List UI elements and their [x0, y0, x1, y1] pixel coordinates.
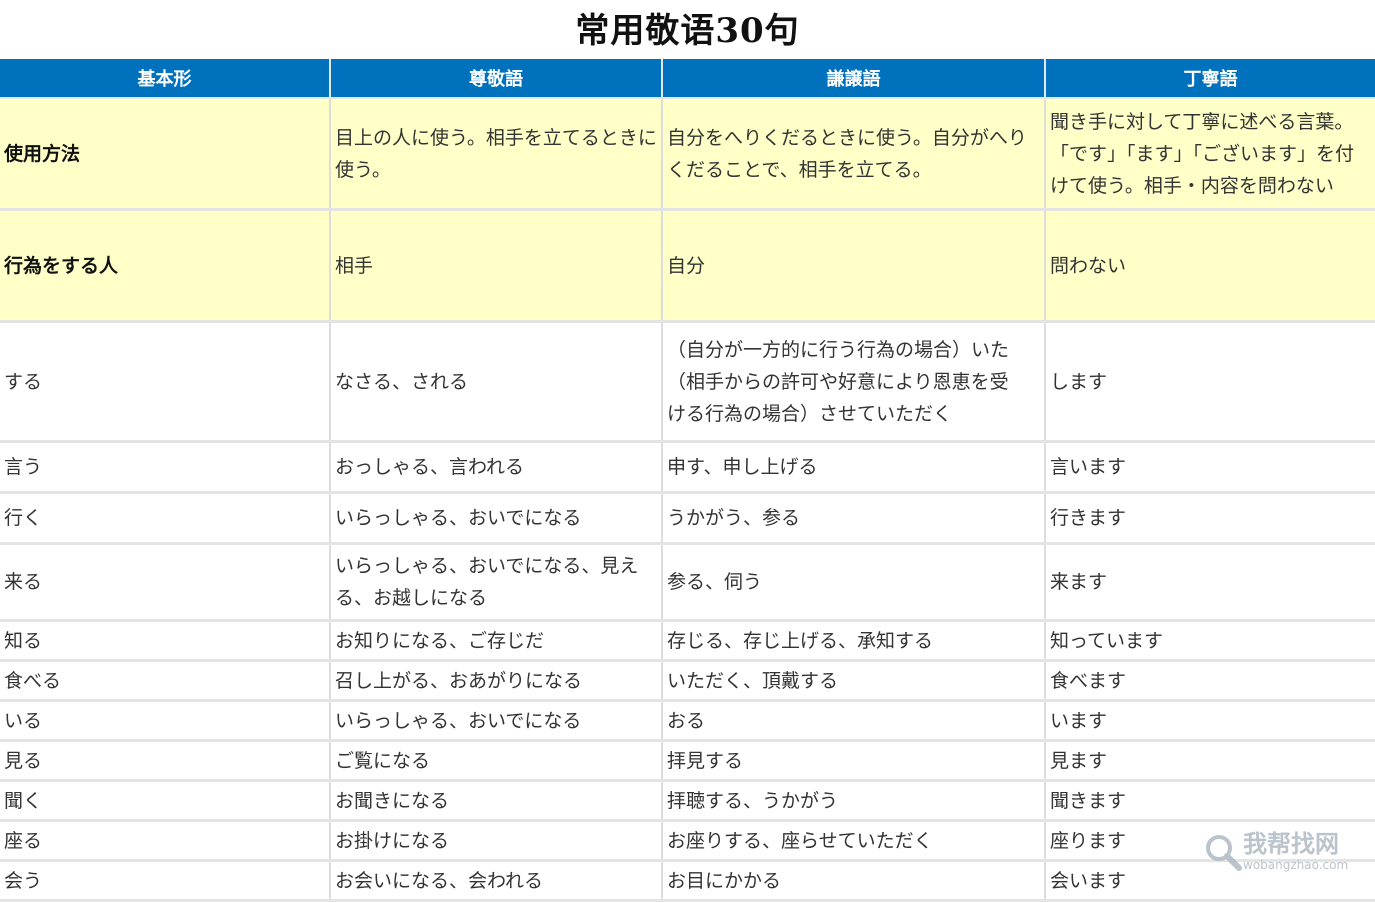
- table-cell: 見ます: [1045, 740, 1375, 782]
- table-cell: 言います: [1045, 441, 1375, 494]
- table-cell: いらっしゃる、おいでになる: [330, 700, 663, 742]
- table-row: 言う おっしゃる、言われる 申す、申し上げる 言います: [0, 441, 1375, 494]
- table-row: 来る いらっしゃる、おいでになる、見える、お越しになる 参る、伺う 来ます: [0, 543, 1375, 622]
- table-cell: いらっしゃる、おいでになる、見える、お越しになる: [330, 543, 663, 622]
- table-cell: します: [1045, 321, 1375, 443]
- table-cell: 自分: [662, 209, 1046, 323]
- table-cell: 知っています: [1045, 620, 1375, 662]
- table-row: 聞く お聞きになる 拝聴する、うかがう 聞きます: [0, 780, 1375, 822]
- table-cell: お聞きになる: [330, 780, 663, 822]
- table-cell: います: [1045, 700, 1375, 742]
- table-cell: 聞き手に対して丁寧に述べる言葉。「です」「ます」「ございます」を付けて使う。相手…: [1045, 98, 1375, 211]
- table-cell: おる: [662, 700, 1046, 742]
- table-cell: 拝見する: [662, 740, 1046, 782]
- info-row-usage: 使用方法 目上の人に使う。相手を立てるときに使う。 自分をへりくだるときに使う。…: [0, 98, 1375, 211]
- table-cell: 問わない: [1045, 209, 1375, 323]
- table-cell: 来る: [0, 543, 331, 622]
- table-cell: 言う: [0, 441, 331, 494]
- table-cell: 存じる、存じ上げる、承知する: [662, 620, 1046, 662]
- table-row: 行く いらっしゃる、おいでになる うかがう、参る 行きます: [0, 492, 1375, 545]
- table-cell: おっしゃる、言われる: [330, 441, 663, 494]
- column-header-teineigo: 丁寧語: [1045, 59, 1375, 99]
- table-cell: 目上の人に使う。相手を立てるときに使う。: [330, 98, 663, 211]
- table-cell: 食べます: [1045, 660, 1375, 702]
- watermark-url: wobangzhao.com: [1243, 858, 1349, 872]
- table-cell: 相手: [330, 209, 663, 323]
- table-cell: お座りする、座らせていただく: [662, 820, 1046, 862]
- table-cell-line: （相手からの許可や好意により恩恵を受: [667, 370, 1009, 393]
- table-cell-line: ける行為の場合）させていただく: [667, 402, 953, 425]
- table-cell: 聞きます: [1045, 780, 1375, 822]
- table-cell: お掛けになる: [330, 820, 663, 862]
- table-cell: 使用方法: [0, 98, 331, 211]
- table-cell: 来ます: [1045, 543, 1375, 622]
- table-row: 知る お知りになる、ご存じだ 存じる、存じ上げる、承知する 知っています: [0, 620, 1375, 662]
- column-header-basic-form: 基本形: [0, 59, 331, 99]
- table-cell: ご覧になる: [330, 740, 663, 782]
- table-cell: 知る: [0, 620, 331, 662]
- table-cell: お会いになる、会われる: [330, 860, 663, 902]
- column-header-sonkeigo: 尊敬語: [330, 59, 663, 99]
- table-row: 会う お会いになる、会われる お目にかかる 会います: [0, 860, 1375, 902]
- table-cell-line: （自分が一方的に行う行為の場合）いた: [667, 338, 1010, 361]
- table-row: 食べる 召し上がる、おあがりになる いただく、頂戴する 食べます: [0, 660, 1375, 702]
- table-cell: する: [0, 321, 331, 443]
- table-cell: いただく、頂戴する: [662, 660, 1046, 702]
- table-row: いる いらっしゃる、おいでになる おる います: [0, 700, 1375, 742]
- table-header-row: 基本形 尊敬語 謙譲語 丁寧語: [0, 59, 1375, 99]
- table-cell: お目にかかる: [662, 860, 1046, 902]
- table-cell: 申す、申し上げる: [662, 441, 1046, 494]
- table-cell: うかがう、参る: [662, 492, 1046, 545]
- table-cell: 行きます: [1045, 492, 1375, 545]
- keigo-table: 基本形 尊敬語 謙譲語 丁寧語 使用方法 目上の人に使う。相手を立てるときに使う…: [0, 59, 1375, 902]
- magnifier-icon: [1206, 835, 1242, 871]
- column-header-kenjougo: 謙譲語: [662, 59, 1046, 99]
- table-cell: 食べる: [0, 660, 331, 702]
- watermark: 我帮找网 wobangzhao.com: [1203, 830, 1353, 876]
- table-row: 座る お掛けになる お座りする、座らせていただく 座ります: [0, 820, 1375, 862]
- table-cell: なさる、される: [330, 321, 663, 443]
- table-cell: （自分が一方的に行う行為の場合）いた （相手からの許可や好意により恩恵を受 ける…: [662, 321, 1046, 443]
- table-row: 見る ご覧になる 拝見する 見ます: [0, 740, 1375, 782]
- table-cell: 聞く: [0, 780, 331, 822]
- page-title: 常用敬语30句: [575, 11, 800, 51]
- table-cell: お知りになる、ご存じだ: [330, 620, 663, 662]
- table-cell: 行く: [0, 492, 331, 545]
- table-cell: 会う: [0, 860, 331, 902]
- table-cell: いる: [0, 700, 331, 742]
- table-cell: 行為をする人: [0, 209, 331, 323]
- table-row: する なさる、される （自分が一方的に行う行為の場合）いた （相手からの許可や好…: [0, 321, 1375, 443]
- table-cell: いらっしゃる、おいでになる: [330, 492, 663, 545]
- table-cell: 参る、伺う: [662, 543, 1046, 622]
- info-row-actor: 行為をする人 相手 自分 問わない: [0, 209, 1375, 323]
- table-cell: 座る: [0, 820, 331, 862]
- watermark-text: 我帮找网: [1243, 830, 1339, 858]
- table-cell: 召し上がる、おあがりになる: [330, 660, 663, 702]
- table-cell: 自分をへりくだるときに使う。自分がへりくだることで、相手を立てる。: [662, 98, 1046, 211]
- table-cell: 拝聴する、うかがう: [662, 780, 1046, 822]
- table-cell: 見る: [0, 740, 331, 782]
